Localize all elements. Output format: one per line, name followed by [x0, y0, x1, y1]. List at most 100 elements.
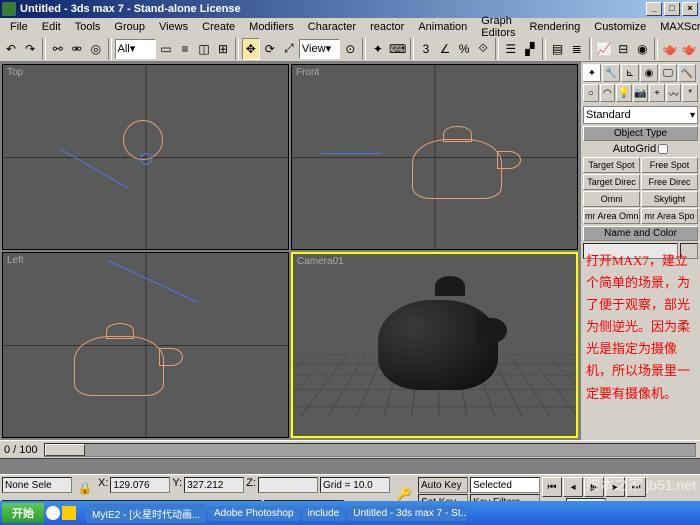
geometry-icon[interactable]: ○: [583, 84, 599, 102]
layers-button[interactable]: ≣: [568, 38, 586, 60]
create-tab[interactable]: ✦: [583, 64, 601, 82]
menu-animation[interactable]: Animation: [412, 20, 473, 34]
object-type-header[interactable]: Object Type: [583, 126, 698, 141]
unlink-button[interactable]: ⚮: [68, 38, 86, 60]
autogrid-checkbox[interactable]: AutoGrid: [583, 143, 698, 155]
menu-character[interactable]: Character: [302, 20, 362, 34]
menu-rendering[interactable]: Rendering: [523, 20, 586, 34]
name-color-header[interactable]: Name and Color: [583, 226, 698, 241]
select-region-button[interactable]: ◫: [195, 38, 213, 60]
skylight-button[interactable]: Skylight: [641, 191, 698, 207]
lock-button[interactable]: 🔒: [74, 477, 96, 499]
autokey-button[interactable]: Auto Key: [418, 477, 468, 493]
tray-icon[interactable]: [62, 506, 76, 520]
scale-button[interactable]: ⤢: [280, 38, 298, 60]
align-button[interactable]: ▤: [549, 38, 567, 60]
lights-icon[interactable]: 💡: [616, 84, 632, 102]
menu-views[interactable]: Views: [153, 20, 194, 34]
menu-bar: File Edit Tools Group Views Create Modif…: [0, 18, 700, 36]
quick-render-button[interactable]: 🫖: [680, 38, 698, 60]
spinner-snap-button[interactable]: ⟐: [474, 38, 492, 60]
tray-icon[interactable]: [46, 506, 60, 520]
redo-button[interactable]: ↷: [21, 38, 39, 60]
free-direct-button[interactable]: Free Direc: [641, 174, 698, 190]
category-dropdown[interactable]: Standard: [583, 106, 698, 124]
mirror-button[interactable]: ▞: [521, 38, 539, 60]
pivot-button[interactable]: ⊙: [341, 38, 359, 60]
helpers-icon[interactable]: +: [649, 84, 665, 102]
menu-group[interactable]: Group: [108, 20, 151, 34]
viewport-front[interactable]: Front: [291, 64, 578, 250]
close-button[interactable]: ×: [682, 2, 698, 16]
manipulate-button[interactable]: ✦: [369, 38, 387, 60]
undo-button[interactable]: ↶: [2, 38, 20, 60]
task-item[interactable]: include: [302, 506, 346, 521]
systems-icon[interactable]: *: [682, 84, 698, 102]
viewport-left[interactable]: Left: [2, 252, 289, 438]
time-slider[interactable]: 0 / 100: [0, 440, 700, 458]
render-scene-button[interactable]: 🫖: [661, 38, 679, 60]
link-button[interactable]: ⚯: [49, 38, 67, 60]
menu-file[interactable]: File: [4, 20, 34, 34]
percent-snap-button[interactable]: %: [455, 38, 473, 60]
selection-filter[interactable]: All▾: [115, 39, 156, 59]
shapes-icon[interactable]: ◠: [600, 84, 616, 102]
display-tab[interactable]: 🖵: [659, 64, 677, 82]
material-button[interactable]: ◉: [633, 38, 651, 60]
menu-reactor[interactable]: reactor: [364, 20, 410, 34]
rotate-button[interactable]: ⟳: [261, 38, 279, 60]
window-crossing-button[interactable]: ⊞: [214, 38, 232, 60]
curve-editor-button[interactable]: 📈: [595, 38, 613, 60]
z-coord[interactable]: [258, 477, 318, 493]
viewport-camera[interactable]: Camera01: [291, 252, 578, 438]
selection-status: None Sele: [2, 477, 72, 493]
task-item[interactable]: MyIE2 - [火星时代动画...: [86, 504, 206, 523]
window-title: Untitled - 3ds max 7 - Stand-alone Licen…: [20, 3, 241, 15]
task-item[interactable]: Adobe Photoshop: [208, 506, 300, 521]
tutorial-annotation: 打开MAX7，建立个简单的场景，为了便于观察，部光为侧逆光。因为柔光是指定为摄像…: [586, 250, 698, 405]
target-spot-button[interactable]: Target Spot: [583, 157, 640, 173]
select-button[interactable]: ▭: [157, 38, 175, 60]
menu-tools[interactable]: Tools: [69, 20, 107, 34]
hierarchy-tab[interactable]: ⊾: [621, 64, 639, 82]
task-item[interactable]: Untitled - 3ds max 7 - St...: [347, 506, 467, 521]
omni-button[interactable]: Omni: [583, 191, 640, 207]
mr-area-omni-button[interactable]: mr Area Omn: [583, 208, 640, 224]
menu-maxscript[interactable]: MAXScript: [654, 20, 700, 34]
viewport-area: Top Front Left Camera01: [0, 62, 580, 440]
goto-start-button[interactable]: ⏮: [542, 477, 562, 497]
x-coord[interactable]: 129.076: [110, 477, 170, 493]
grid-status: Grid = 10.0: [320, 477, 390, 493]
menu-edit[interactable]: Edit: [36, 20, 67, 34]
spacewarps-icon[interactable]: 〰: [666, 84, 682, 102]
minimize-button[interactable]: _: [646, 2, 662, 16]
mr-area-spot-button[interactable]: mr Area Spo: [641, 208, 698, 224]
cameras-icon[interactable]: 📷: [633, 84, 649, 102]
select-name-button[interactable]: ≡: [176, 38, 194, 60]
snap-button[interactable]: 3: [417, 38, 435, 60]
y-coord[interactable]: 327.212: [184, 477, 244, 493]
menu-customize[interactable]: Customize: [588, 20, 652, 34]
move-button[interactable]: ✥: [242, 38, 260, 60]
named-sel-button[interactable]: ☰: [502, 38, 520, 60]
time-thumb[interactable]: [45, 444, 85, 456]
keyfilter-selected[interactable]: Selected: [470, 477, 540, 493]
track-bar[interactable]: [0, 458, 700, 474]
maximize-button[interactable]: □: [664, 2, 680, 16]
modify-tab[interactable]: 🔧: [602, 64, 620, 82]
angle-snap-button[interactable]: ∠: [436, 38, 454, 60]
schematic-button[interactable]: ⊟: [614, 38, 632, 60]
menu-grapheditors[interactable]: Graph Editors: [475, 14, 521, 40]
target-direct-button[interactable]: Target Direc: [583, 174, 640, 190]
keymode-button[interactable]: ⌨: [388, 38, 407, 60]
viewport-top[interactable]: Top: [2, 64, 289, 250]
bind-button[interactable]: ◎: [87, 38, 105, 60]
menu-modifiers[interactable]: Modifiers: [243, 20, 300, 34]
prev-frame-button[interactable]: ◂: [563, 477, 583, 497]
free-spot-button[interactable]: Free Spot: [641, 157, 698, 173]
menu-create[interactable]: Create: [196, 20, 241, 34]
start-button[interactable]: 开始: [2, 503, 44, 523]
ref-coord-system[interactable]: View▾: [299, 39, 340, 59]
motion-tab[interactable]: ◉: [640, 64, 658, 82]
utilities-tab[interactable]: 🔨: [678, 64, 696, 82]
